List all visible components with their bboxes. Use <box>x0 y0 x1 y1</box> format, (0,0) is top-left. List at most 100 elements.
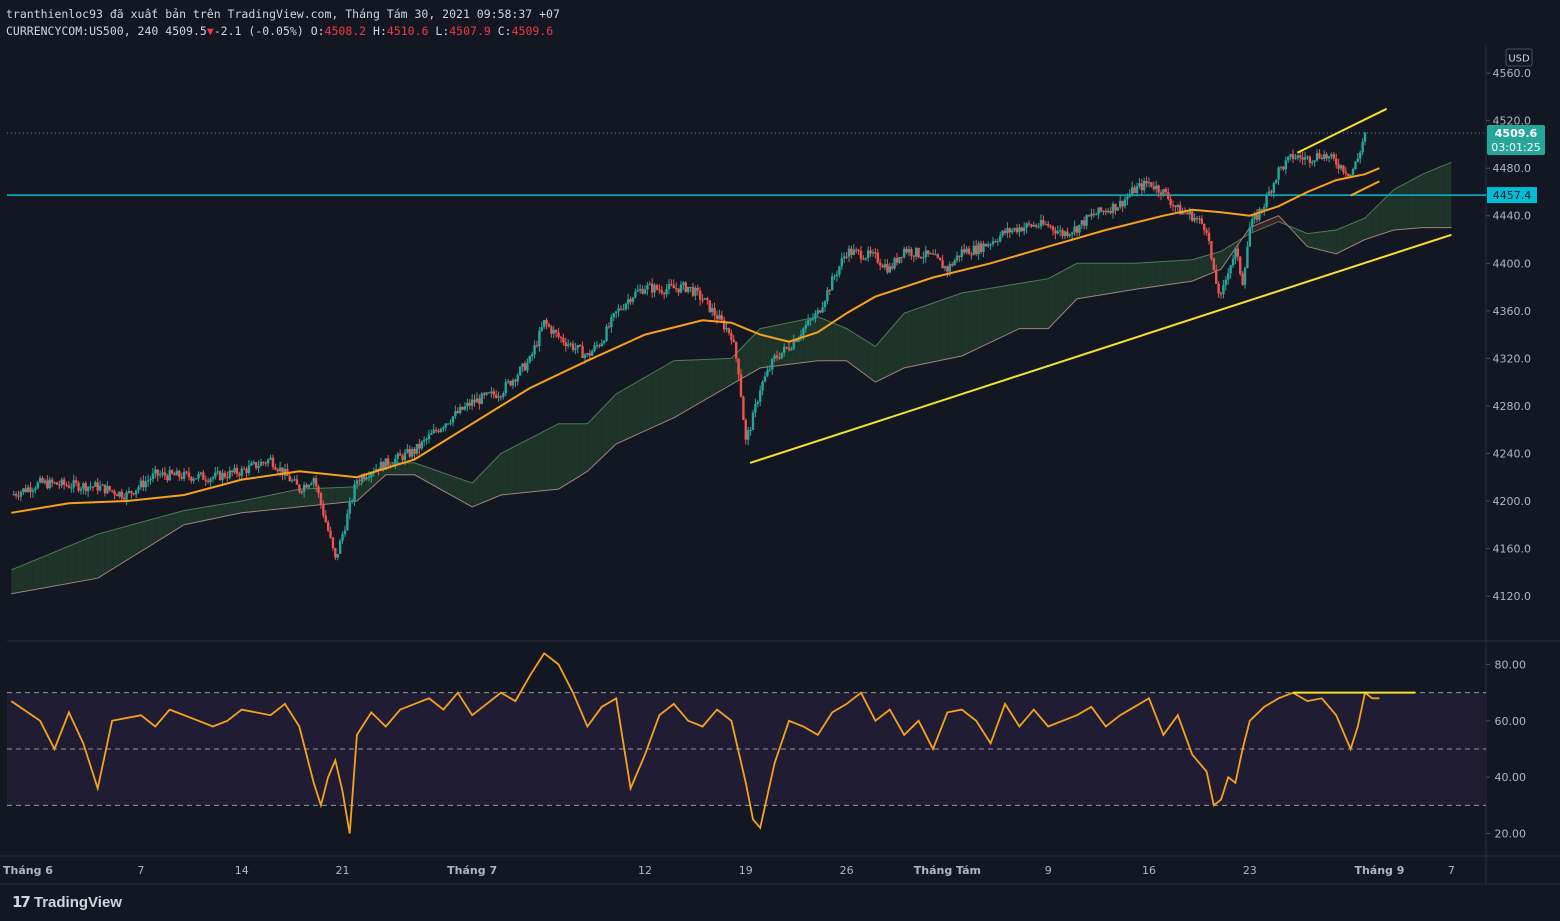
cloud-segment <box>961 291 969 356</box>
cloud-segment <box>623 385 631 441</box>
candle-body <box>869 250 872 254</box>
candle-body <box>754 404 757 413</box>
candle-body <box>185 471 188 473</box>
candle-body <box>742 396 745 420</box>
candle-body <box>866 250 870 258</box>
cloud-segment <box>860 337 869 377</box>
candle-body <box>420 441 423 449</box>
candle-body <box>511 379 515 386</box>
cloud-segment <box>1177 260 1186 284</box>
candle-body <box>1167 192 1170 200</box>
cloud-segment <box>925 303 933 364</box>
cloud-segment <box>1185 259 1193 283</box>
candle-body <box>931 253 935 255</box>
candle-body <box>1143 180 1146 191</box>
cloud-segment <box>767 325 775 367</box>
candle-body <box>262 462 265 464</box>
candle-body <box>631 297 635 302</box>
candle-body <box>1342 165 1345 173</box>
candle-body <box>708 300 711 313</box>
candle-body <box>1015 227 1019 233</box>
candle-body <box>958 255 961 257</box>
candle-body <box>595 345 599 347</box>
candle-body <box>204 479 207 481</box>
candle-body <box>398 453 402 456</box>
candle-body <box>655 285 659 290</box>
candle-body <box>600 343 603 346</box>
candle-body <box>852 249 855 255</box>
candle-body <box>910 249 913 256</box>
candle-body <box>571 343 575 350</box>
candle-body <box>581 346 584 358</box>
candle-body <box>974 245 978 255</box>
candle-body <box>929 253 932 255</box>
cloud-segment <box>1393 185 1402 231</box>
cloud-segment <box>637 377 645 435</box>
cloud-segment <box>1329 230 1337 254</box>
candle-body <box>1251 219 1254 228</box>
candle-body <box>494 394 498 398</box>
cloud-segment <box>839 325 847 361</box>
candle-body <box>103 484 107 494</box>
candle-body <box>1318 153 1321 158</box>
candle-body <box>274 467 277 470</box>
cloud-segment <box>400 462 408 475</box>
cloud-segment <box>227 502 235 516</box>
candle-body <box>761 381 764 391</box>
horizontal-level-label: 4457.4 <box>1493 189 1532 202</box>
candle-body <box>1200 218 1204 224</box>
candle-body <box>977 243 980 255</box>
tradingview-logo[interactable]: 𝟭𝟳 TradingView <box>12 893 122 912</box>
cloud-segment <box>47 552 55 588</box>
candle-body <box>672 285 675 289</box>
candle-body <box>787 347 791 350</box>
candle-body <box>139 480 143 488</box>
candle-body <box>1294 157 1297 159</box>
candle-body <box>890 266 894 269</box>
candle-body <box>955 255 959 261</box>
candle-body <box>230 470 234 473</box>
candle-body <box>1176 205 1180 208</box>
price-tick-label: 4160.0 <box>1493 542 1532 555</box>
candle-body <box>1018 227 1021 233</box>
candle-body <box>1267 191 1271 195</box>
candle-body <box>1291 154 1295 159</box>
cloud-segment <box>184 509 192 525</box>
candle-body <box>840 258 843 267</box>
countdown-label: 03:01:25 <box>1491 141 1540 154</box>
candle-body <box>418 443 421 449</box>
candle-body <box>266 459 270 464</box>
candle-body <box>828 290 831 292</box>
candle-body <box>1116 207 1120 211</box>
cloud-segment <box>234 500 242 515</box>
cloud-segment <box>112 528 120 570</box>
candle-body <box>557 332 560 337</box>
chart-canvas[interactable]: 4120.0 4160.0 4200.0 4240.0 4280.0 4320.0 4360… <box>0 0 1560 921</box>
candle-body <box>206 480 210 483</box>
candle-body <box>358 480 361 482</box>
candle-body <box>166 475 169 481</box>
candle-body <box>1260 208 1264 210</box>
candle-body <box>528 356 531 363</box>
candle-body <box>552 329 555 334</box>
candle-body <box>1044 224 1048 226</box>
time-tick-label: 12 <box>638 864 652 877</box>
candle-body <box>1347 173 1350 176</box>
candle-body <box>329 530 332 538</box>
candle-body <box>814 313 817 319</box>
candle-body <box>1121 200 1124 207</box>
candle-body <box>259 462 263 466</box>
candle-body <box>1325 154 1328 159</box>
candle-body <box>1284 160 1288 170</box>
cloud-segment <box>1019 282 1027 329</box>
candle-body <box>209 478 212 483</box>
cloud-segment <box>594 408 602 465</box>
candle-body <box>1102 210 1105 212</box>
cloud-segment <box>1314 231 1322 251</box>
candle-body <box>1243 267 1247 285</box>
candle-body <box>67 485 71 488</box>
price-tick-label: 4240.0 <box>1493 447 1532 460</box>
candle-body <box>12 494 15 496</box>
candle-body <box>242 468 246 470</box>
cloud-segment <box>508 445 516 495</box>
